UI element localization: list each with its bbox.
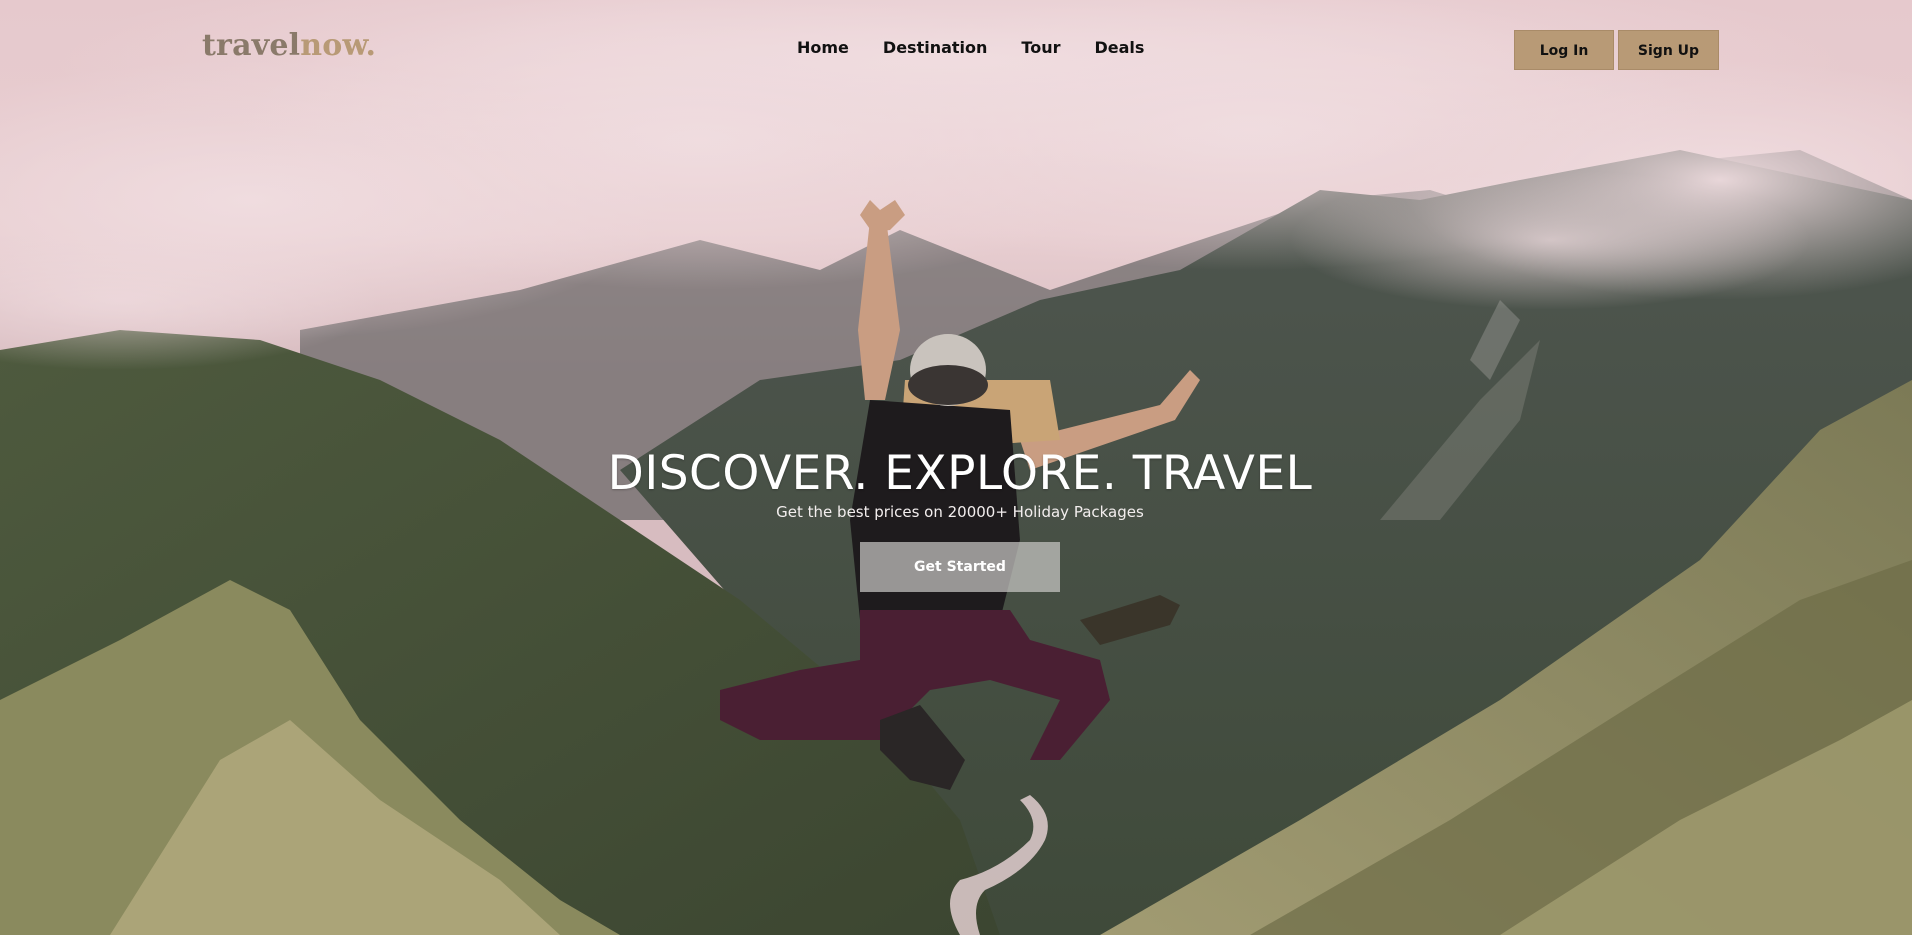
get-started-button[interactable]: Get Started	[860, 542, 1060, 592]
login-button[interactable]: Log In	[1514, 30, 1614, 70]
nav-item-deals[interactable]: Deals	[1094, 37, 1144, 59]
signup-button[interactable]: Sign Up	[1618, 30, 1719, 70]
main-navigation: Home Destination Tour Deals	[797, 37, 1178, 59]
nav-item-tour[interactable]: Tour	[1021, 37, 1060, 59]
brand-logo[interactable]: travelnow.	[202, 26, 376, 66]
nav-item-home[interactable]: Home	[797, 37, 849, 59]
logo-text-accent: now.	[300, 28, 377, 63]
hero-subheadline: Get the best prices on 20000+ Holiday Pa…	[776, 503, 1144, 521]
logo-text-primary: travel	[202, 28, 301, 63]
hero-headline: DISCOVER. EXPLORE. TRAVEL	[607, 446, 1313, 501]
hero-section: travelnow. Home Destination Tour Deals L…	[0, 0, 1912, 935]
nav-item-destination[interactable]: Destination	[883, 37, 988, 59]
